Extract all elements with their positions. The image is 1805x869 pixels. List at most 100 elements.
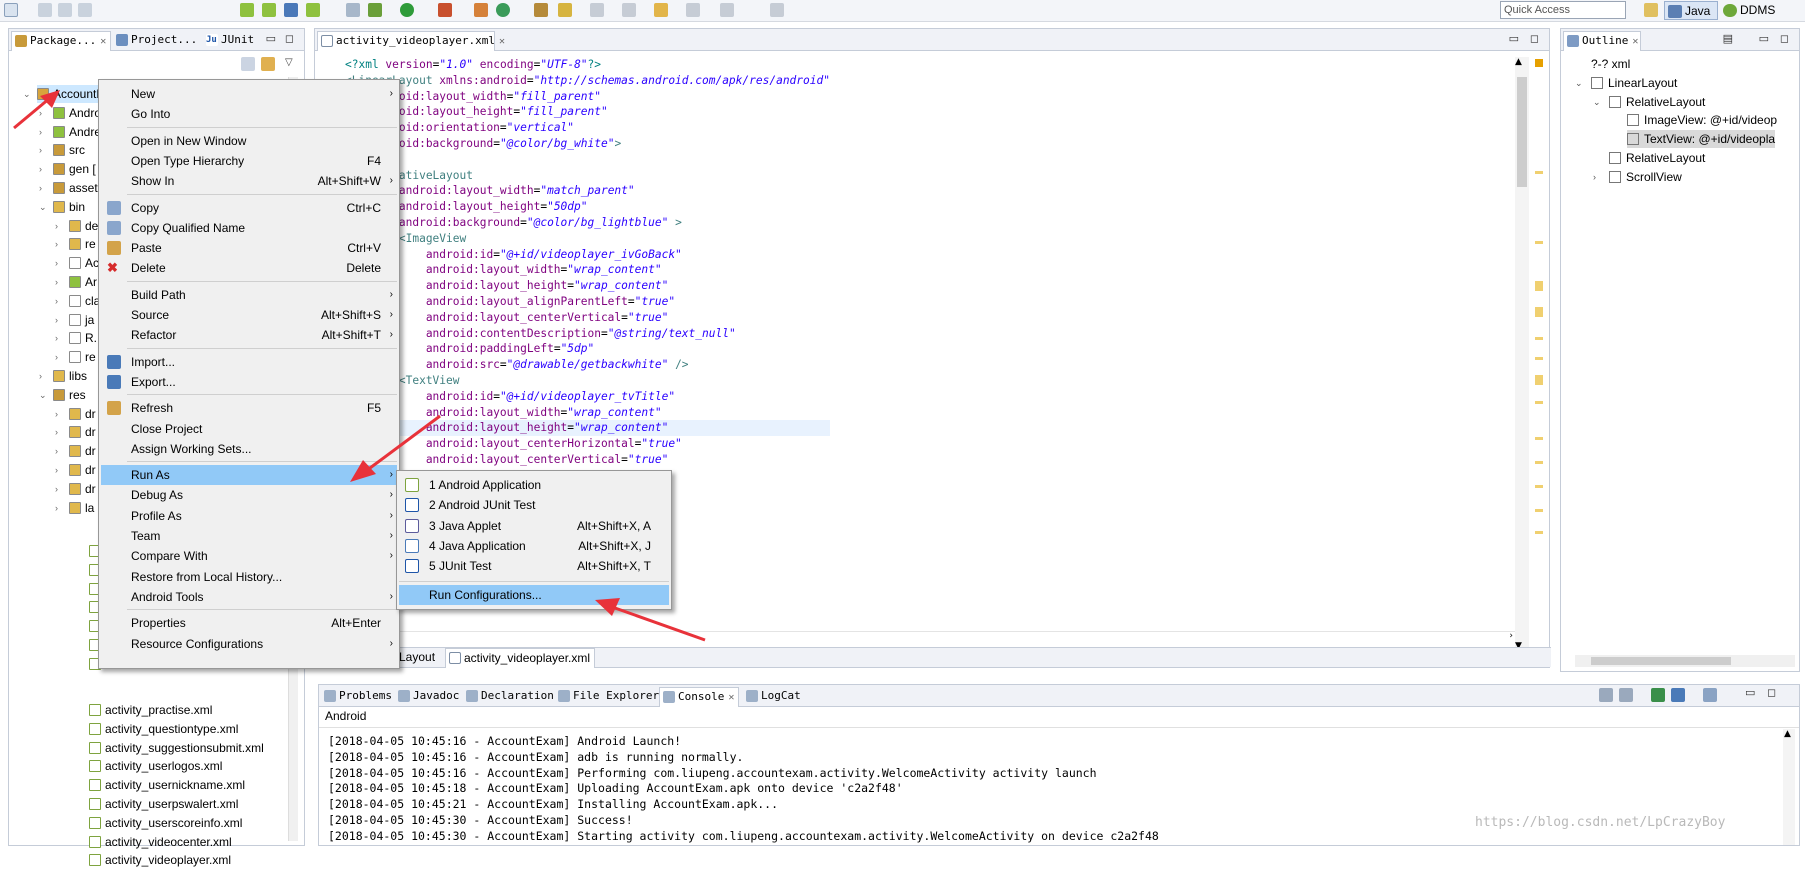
display-console-icon[interactable] xyxy=(1651,688,1665,702)
tree-item[interactable]: › gen [ xyxy=(39,160,96,178)
collapsed-arrow-icon[interactable]: › xyxy=(1593,168,1596,186)
tree-item[interactable]: › dr xyxy=(55,480,96,498)
collapsed-arrow-icon[interactable]: › xyxy=(55,480,58,498)
annotation-marker[interactable] xyxy=(1535,375,1543,385)
tree-item[interactable]: › re xyxy=(55,348,96,366)
submenu-item-4[interactable]: 4 Java Application Alt+Shift+X, J xyxy=(399,536,669,556)
outline-item[interactable]: ⌄ LinearLayout xyxy=(1575,74,1677,92)
tab-outline[interactable]: Outline ✕ xyxy=(1563,31,1641,51)
tab-logcat[interactable]: LogCat xyxy=(743,687,803,707)
tree-item[interactable]: › re xyxy=(55,235,96,253)
menu-item-build-path[interactable]: Build Path › xyxy=(101,285,397,305)
quick-access-input[interactable]: Quick Access xyxy=(1500,1,1626,19)
link-with-editor-icon[interactable] xyxy=(261,57,275,71)
pin-console-icon[interactable] xyxy=(1599,688,1613,702)
menu-item-copy-qualified-name[interactable]: Copy Qualified Name xyxy=(101,218,397,238)
expanded-arrow-icon[interactable]: ⌄ xyxy=(39,198,47,216)
collapsed-arrow-icon[interactable]: › xyxy=(39,104,42,122)
close-icon[interactable]: ✕ xyxy=(100,36,106,47)
outline-item[interactable]: ?-? xml xyxy=(1591,55,1630,73)
tab-junit[interactable]: Ju JUnit xyxy=(203,31,263,51)
tree-item[interactable]: › dr xyxy=(55,442,96,460)
expanded-arrow-icon[interactable]: ⌄ xyxy=(23,85,31,103)
minimize-icon[interactable]: ▭ xyxy=(1745,686,1755,699)
last-edit-icon[interactable] xyxy=(654,3,668,17)
menu-item-refresh[interactable]: Refresh F5 xyxy=(101,398,397,418)
prev-annotation-icon[interactable] xyxy=(622,3,636,17)
collapsed-arrow-icon[interactable]: › xyxy=(55,461,58,479)
layout-file-item[interactable]: activity_suggestionsubmit.xml xyxy=(89,739,264,757)
menu-item-resource-configurations[interactable]: Resource Configurations › xyxy=(101,634,397,654)
perspective-ddms[interactable]: DDMS xyxy=(1720,1,1784,20)
tree-item[interactable]: › Andre xyxy=(39,123,101,141)
menu-item-copy[interactable]: Copy Ctrl+C xyxy=(101,198,397,218)
menu-item-open-in-new-window[interactable]: Open in New Window xyxy=(101,131,397,151)
menu-item-import[interactable]: Import... xyxy=(101,352,397,372)
tree-item[interactable]: › Andro xyxy=(39,104,101,122)
tree-item[interactable]: › Ac xyxy=(55,254,99,272)
tree-item[interactable]: › Ar xyxy=(55,273,97,291)
tree-item[interactable]: › cla xyxy=(55,292,100,310)
save-all-icon[interactable] xyxy=(58,3,72,17)
tab-console[interactable]: Console ✕ xyxy=(659,687,739,707)
tree-item[interactable]: ⌄ AccountE xyxy=(23,85,105,103)
menu-item-open-type-hierarchy[interactable]: Open Type Hierarchy F4 xyxy=(101,151,397,171)
expanded-arrow-icon[interactable]: ⌄ xyxy=(1575,74,1583,92)
outline-item[interactable]: ⌄ RelativeLayout xyxy=(1593,93,1705,111)
layout-file-item[interactable]: activity_videoplayer.xml xyxy=(89,851,231,869)
maximize-icon[interactable]: ◻ xyxy=(1767,686,1776,699)
outline-item[interactable]: › ScrollView xyxy=(1593,168,1682,186)
collapsed-arrow-icon[interactable]: › xyxy=(55,499,58,517)
expanded-arrow-icon[interactable]: ⌄ xyxy=(39,386,47,404)
annotation-marker[interactable] xyxy=(1535,509,1543,512)
menu-item-profile-as[interactable]: Profile As › xyxy=(101,506,397,526)
expanded-arrow-icon[interactable]: ⌄ xyxy=(1593,93,1601,111)
collapsed-arrow-icon[interactable]: › xyxy=(55,254,58,272)
menu-item-restore-from-local-history[interactable]: Restore from Local History... xyxy=(101,567,397,587)
pin-editor-icon[interactable] xyxy=(770,3,784,17)
tree-item[interactable]: › asset xyxy=(39,179,98,197)
collapsed-arrow-icon[interactable]: › xyxy=(55,348,58,366)
collapsed-arrow-icon[interactable]: › xyxy=(39,179,42,197)
menu-item-debug-as[interactable]: Debug As › xyxy=(101,485,397,505)
menu-item-delete[interactable]: ✖ Delete Delete xyxy=(101,258,397,278)
menu-item-properties[interactable]: Properties Alt+Enter xyxy=(101,613,397,633)
external-tools-icon[interactable] xyxy=(438,3,452,17)
collapsed-arrow-icon[interactable]: › xyxy=(55,273,58,291)
annotation-marker[interactable] xyxy=(1535,461,1543,464)
tree-item[interactable]: › libs xyxy=(39,367,87,385)
collapsed-arrow-icon[interactable]: › xyxy=(55,311,58,329)
tab-project-explorer[interactable]: Project... xyxy=(113,31,209,51)
close-icon[interactable]: ✕ xyxy=(499,36,505,47)
annotation-marker[interactable] xyxy=(1535,401,1543,404)
layout-file-item[interactable]: activity_userscoreinfo.xml xyxy=(89,814,242,832)
annotation-marker[interactable] xyxy=(1535,307,1543,317)
annotation-marker[interactable] xyxy=(1535,485,1543,488)
tab-file-explorer[interactable]: File Explorer xyxy=(555,687,659,707)
scroll-lock-icon[interactable] xyxy=(1619,688,1633,702)
avd-manager-icon[interactable] xyxy=(262,3,276,17)
search-icon[interactable] xyxy=(558,3,572,17)
console-scrollbar[interactable]: ▲ xyxy=(1783,729,1795,845)
maximize-icon[interactable]: ◻ xyxy=(1530,32,1539,45)
editor-horizontal-scrollbar[interactable]: › xyxy=(345,631,1515,643)
menu-item-new[interactable]: New › xyxy=(101,84,397,104)
tree-item[interactable]: ⌄ bin xyxy=(39,198,85,216)
forward-icon[interactable] xyxy=(720,3,734,17)
menu-item-assign-working-sets[interactable]: Assign Working Sets... xyxy=(101,439,397,459)
tree-item[interactable]: › la xyxy=(55,499,94,517)
tree-item[interactable]: › ja xyxy=(55,311,94,329)
menu-item-android-tools[interactable]: Android Tools › xyxy=(101,587,397,607)
submenu-item-1[interactable]: 1 Android Application xyxy=(399,475,669,495)
annotation-marker[interactable] xyxy=(1535,357,1543,360)
warning-marker-icon[interactable] xyxy=(1535,59,1543,67)
menu-item-run-as[interactable]: Run As › xyxy=(101,465,397,486)
tree-item[interactable]: › dr xyxy=(55,461,96,479)
layout-file-item[interactable]: activity_videocenter.xml xyxy=(89,833,232,851)
menu-item-run-configurations[interactable]: Run Configurations... xyxy=(399,585,669,605)
android-project-icon[interactable] xyxy=(306,3,320,17)
annotation-marker[interactable] xyxy=(1535,171,1543,174)
scroll-thumb[interactable] xyxy=(1591,657,1731,665)
next-annotation-icon[interactable] xyxy=(590,3,604,17)
outline-item[interactable]: ImageView: @+id/videop xyxy=(1627,111,1777,129)
